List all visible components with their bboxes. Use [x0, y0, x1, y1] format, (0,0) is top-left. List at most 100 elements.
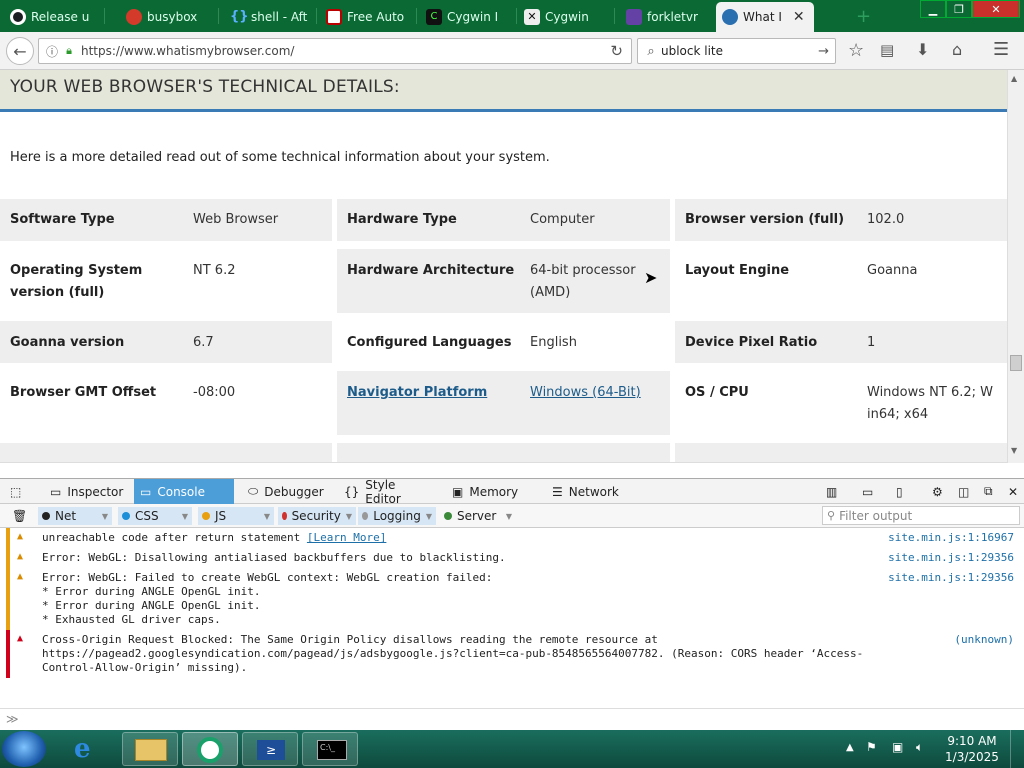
tab-forkletvr[interactable]: forkletvr [620, 3, 716, 31]
filter-server[interactable]: Server ▼ [440, 507, 516, 525]
message-source-link[interactable]: site.min.js:1:29356 [888, 551, 1014, 564]
clock[interactable]: 9:10 AM 1/3/2025 [944, 733, 1000, 765]
detail-cell: Software Type Web Browser [0, 199, 332, 241]
new-tab-icon[interactable]: + [856, 6, 871, 27]
tab-style-editor[interactable]: {} Style Editor [338, 478, 438, 506]
navigator-platform-link[interactable]: Navigator Platform [347, 382, 487, 404]
minimize-icon[interactable]: ▁ [920, 0, 946, 18]
message-source-link[interactable]: site.min.js:1:16967 [888, 531, 1014, 544]
undock-icon[interactable]: ⧉ [978, 479, 1000, 504]
detail-cell: Hardware Type Computer [337, 199, 670, 241]
internet-explorer-icon[interactable]: e [64, 732, 120, 766]
reading-list-icon[interactable]: ▤ [880, 41, 894, 59]
filter-placeholder: Filter output [839, 508, 913, 523]
volume-icon[interactable]: 🔈︎ [916, 740, 923, 755]
filter-label: CSS [135, 509, 159, 523]
filter-security[interactable]: Security ▼ [278, 507, 356, 525]
tab-cygwin-1[interactable]: C Cygwin I [420, 3, 516, 31]
maximize-icon[interactable]: ❐ [946, 0, 972, 18]
tab-label: Cygwin [545, 10, 589, 24]
filter-logging[interactable]: Logging ▼ [358, 507, 436, 525]
close-tab-icon[interactable]: ✕ [793, 9, 805, 25]
message-text: Error: WebGL: Failed to create WebGL con… [42, 571, 493, 626]
search-go-icon[interactable]: → [818, 44, 829, 59]
settings-gear-icon[interactable]: ⚙ [926, 479, 948, 504]
responsive-icon[interactable]: ▯ [890, 479, 912, 504]
command-prompt-icon[interactable]: C:\_ [302, 732, 358, 766]
detail-label: OS / CPU [685, 385, 749, 400]
tab-strip: Release u busybox {} shell - Aft Free Au… [0, 0, 1024, 32]
console-message: ▲ unreachable code after return statemen… [0, 528, 1024, 548]
tab-debugger[interactable]: ⬭ Debugger [242, 479, 330, 504]
heading-text: YOUR WEB BROWSER'S TECHNICAL DETAILS: [10, 77, 400, 97]
tab-label: Debugger [264, 484, 324, 499]
detail-label: Browser version (full) [685, 212, 845, 227]
action-center-icon[interactable]: ⚑ [866, 740, 877, 754]
clear-console-icon[interactable]: 🗑︎ [8, 507, 30, 525]
filter-css[interactable]: CSS ▼ [118, 507, 192, 525]
url-text: https://www.whatismybrowser.com/ [81, 44, 295, 58]
detail-label: Hardware Architecture [347, 263, 515, 278]
close-devtools-icon[interactable]: ✕ [1002, 479, 1024, 504]
show-desktop-button[interactable] [1010, 730, 1024, 768]
tab-release[interactable]: Release u [4, 3, 100, 31]
show-hidden-icons[interactable]: ▲ [846, 742, 854, 753]
tab-shell[interactable]: {} shell - Aft [224, 3, 320, 31]
home-icon[interactable]: ⌂ [952, 40, 962, 59]
tab-cygwin-2[interactable]: ✕ Cygwin [518, 3, 614, 31]
reload-icon[interactable]: ↻ [610, 42, 623, 60]
download-icon[interactable]: ⬇ [916, 40, 929, 59]
learn-more-link[interactable]: [Learn More] [307, 531, 386, 544]
message-text: Cross-Origin Request Blocked: The Same O… [42, 633, 864, 674]
cygwin2-icon: ✕ [524, 9, 540, 25]
browser-taskbar-icon[interactable] [182, 732, 238, 766]
message-text: Error: WebGL: Disallowing antialiased ba… [42, 551, 506, 564]
filter-net[interactable]: Net ▼ [38, 507, 112, 525]
element-picker-icon[interactable]: ⬚ [4, 479, 30, 504]
filter-label: Logging [373, 509, 421, 523]
detail-value: -08:00 [193, 385, 236, 400]
tab-network[interactable]: ☰ Network [546, 479, 626, 504]
vertical-scrollbar[interactable]: ▲ ▼ [1007, 70, 1024, 463]
back-arrow-icon[interactable]: ← [6, 37, 34, 65]
tab-inspector[interactable]: ▭ Inspector [44, 479, 130, 504]
detail-cell: Configured Languages English [337, 321, 670, 363]
tab-console[interactable]: ▭ Console [134, 479, 234, 504]
bookmark-star-icon[interactable]: ☆ [848, 40, 864, 61]
network-tray-icon[interactable]: ▣ [892, 740, 903, 754]
url-bar[interactable]: ⓘ 🔒︎ https://www.whatismybrowser.com/ ↻ [38, 38, 632, 64]
search-box[interactable]: ⌕ ublock lite → [637, 38, 836, 64]
detail-value: 102.0 [867, 212, 905, 227]
filter-js[interactable]: JS ▼ [198, 507, 274, 525]
lock-icon: 🔒︎ [66, 44, 72, 57]
window-close-icon[interactable]: ✕ [972, 0, 1020, 18]
network-icon: ☰ [552, 484, 563, 499]
message-source-link[interactable]: (unknown) [954, 633, 1014, 646]
start-button-icon[interactable] [2, 731, 46, 767]
tab-busybox[interactable]: busybox [120, 3, 216, 31]
style-editor-icon: {} [344, 484, 360, 499]
detail-value: Goanna [867, 263, 918, 278]
menu-icon[interactable]: ☰ [993, 39, 1009, 60]
file-explorer-icon[interactable] [122, 732, 178, 766]
navigator-platform-value-link[interactable]: Windows (64-Bit) [530, 382, 641, 404]
tab-memory[interactable]: ▣ Memory [446, 479, 526, 504]
tab-free-auto[interactable]: Free Auto [320, 3, 416, 31]
braces-icon: {} [230, 9, 249, 24]
frame-icon[interactable]: ▭ [856, 479, 878, 504]
scroll-thumb[interactable] [1010, 355, 1022, 371]
dock-side-icon[interactable]: ◫ [952, 479, 974, 504]
detail-cell: Browser version (full) 102.0 [675, 199, 1007, 241]
detail-label: Browser GMT Offset [10, 385, 157, 400]
search-input[interactable]: ublock lite [661, 44, 723, 58]
filter-output-input[interactable]: ⚲ Filter output [822, 506, 1020, 525]
detail-label: Device Pixel Ratio [685, 335, 818, 350]
console-input[interactable]: ≫ [0, 708, 1024, 731]
powershell-icon[interactable]: ≥ [242, 732, 298, 766]
tab-whatismybrowser[interactable]: What I ✕ [716, 2, 814, 32]
message-source-link[interactable]: site.min.js:1:29356 [888, 571, 1014, 584]
warning-icon: ▲ [17, 571, 24, 582]
split-console-icon[interactable]: ▥ [820, 479, 850, 504]
info-icon[interactable]: ⓘ [43, 43, 61, 60]
detail-label: Goanna version [10, 335, 125, 350]
